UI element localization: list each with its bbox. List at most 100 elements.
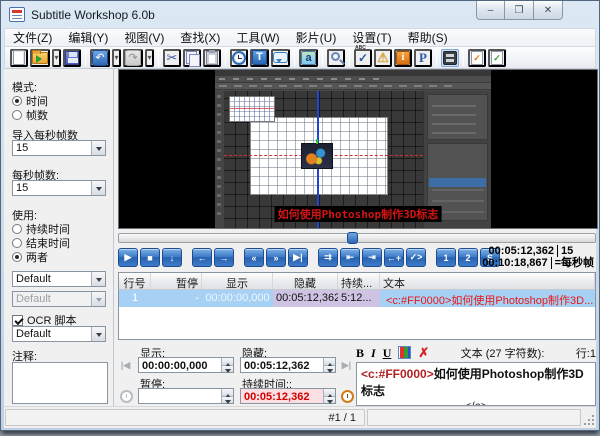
menu-movie[interactable]: 影片(U) bbox=[288, 28, 345, 47]
mode-frames-radio[interactable]: 帧数 bbox=[12, 107, 48, 123]
color-palette-icon[interactable] bbox=[398, 346, 411, 359]
set-hide-time-button[interactable]: ⇥ bbox=[362, 248, 382, 267]
pause-spinner[interactable] bbox=[138, 388, 234, 404]
forward-button[interactable]: » bbox=[266, 248, 286, 267]
play-button[interactable]: ▶ bbox=[118, 248, 138, 267]
seek-thumb[interactable] bbox=[347, 232, 358, 244]
duration-spinner[interactable]: 00:05:12,362 bbox=[240, 388, 336, 404]
header-line-number[interactable]: 行号 bbox=[119, 273, 151, 289]
cell-hide[interactable]: 00:05:12,362 bbox=[273, 290, 338, 307]
spin-down-icon[interactable] bbox=[222, 366, 233, 373]
comment-button[interactable] bbox=[271, 49, 290, 67]
new-document-button[interactable] bbox=[10, 49, 28, 67]
spin-up-icon[interactable] bbox=[222, 358, 233, 366]
chevron-down-icon[interactable] bbox=[91, 141, 105, 155]
header-hide[interactable]: 隐藏 bbox=[273, 273, 338, 289]
subtitle-text-editor[interactable]: <c:#FF0000>如何使用Photoshop制作3D标志 </c> bbox=[356, 362, 596, 406]
underline-button[interactable]: U bbox=[383, 347, 392, 359]
goto-hide-time-icon[interactable]: ▶| bbox=[339, 358, 354, 373]
menu-edit[interactable]: 编辑(Y) bbox=[60, 28, 116, 47]
warning-button[interactable]: ⚠ bbox=[374, 49, 392, 67]
resize-grip[interactable] bbox=[582, 413, 595, 426]
cell-show[interactable]: 00:00:00,000 bbox=[202, 290, 273, 307]
cell-pause[interactable]: - bbox=[151, 290, 202, 307]
copy-button[interactable] bbox=[183, 49, 201, 67]
spin-up-icon[interactable] bbox=[324, 389, 335, 397]
video-preview-button[interactable] bbox=[441, 49, 459, 67]
spin-down-icon[interactable] bbox=[222, 397, 233, 404]
next-subtitle-button[interactable]: → bbox=[214, 248, 234, 267]
time-mode-button[interactable] bbox=[230, 49, 248, 67]
cut-button[interactable]: ✂ bbox=[163, 49, 181, 67]
spin-down-icon[interactable] bbox=[324, 397, 335, 404]
open-file-dropdown[interactable]: ▾ bbox=[52, 49, 61, 67]
search-button[interactable] bbox=[327, 49, 345, 67]
mark-point-1-button[interactable]: 1 bbox=[436, 248, 456, 267]
chevron-down-icon[interactable] bbox=[91, 327, 105, 341]
header-duration[interactable]: 持续... bbox=[338, 273, 380, 289]
italic-button[interactable]: I bbox=[371, 347, 376, 359]
undo-button[interactable]: ↶ bbox=[90, 49, 110, 67]
menu-tools[interactable]: 工具(W) bbox=[228, 28, 287, 47]
playback-rate-button[interactable]: ▶| bbox=[288, 248, 308, 267]
check-script-green-button[interactable]: ✓ bbox=[488, 49, 506, 67]
table-row-selected[interactable]: 1 - 00:00:00,000 00:05:12,362 5:12... <c… bbox=[119, 290, 595, 307]
menu-help[interactable]: 帮助(S) bbox=[400, 28, 456, 47]
ocr-script-select[interactable]: Default bbox=[12, 326, 106, 342]
save-icon bbox=[65, 51, 79, 65]
input-fps-select[interactable]: 15 bbox=[12, 140, 106, 156]
end-subtitle-button[interactable]: ✓> bbox=[406, 248, 426, 267]
prev-subtitle-button[interactable]: ← bbox=[192, 248, 212, 267]
text-mode-button[interactable]: T bbox=[250, 49, 269, 67]
set-show-time-button[interactable]: ⇤ bbox=[340, 248, 360, 267]
charset-primary-select[interactable]: Default bbox=[12, 271, 106, 287]
rewind-button[interactable]: « bbox=[244, 248, 264, 267]
move-subtitle-button[interactable]: ⇉ bbox=[318, 248, 338, 267]
close-button[interactable]: ✕ bbox=[534, 1, 563, 20]
start-subtitle-button[interactable]: ←+ bbox=[384, 248, 404, 267]
scroll-list-button[interactable]: ↓ bbox=[162, 248, 182, 267]
header-pause[interactable]: 暂停 bbox=[151, 273, 202, 289]
notes-textarea[interactable] bbox=[12, 362, 108, 404]
fps-select[interactable]: 15 bbox=[12, 180, 106, 196]
spin-up-icon[interactable] bbox=[324, 358, 335, 366]
paste-button[interactable] bbox=[203, 49, 221, 67]
duration-clock-icon[interactable] bbox=[340, 389, 355, 404]
menu-view[interactable]: 视图(V) bbox=[116, 28, 172, 47]
stop-button[interactable]: ■ bbox=[140, 248, 160, 267]
cell-duration[interactable]: 5:12... bbox=[338, 290, 380, 307]
cell-line-number[interactable]: 1 bbox=[119, 290, 151, 307]
spin-up-icon[interactable] bbox=[222, 389, 233, 397]
mark-point-2-button[interactable]: 2 bbox=[458, 248, 478, 267]
save-button[interactable] bbox=[63, 49, 81, 67]
information-button[interactable]: i bbox=[394, 49, 412, 67]
pascal-script-button[interactable]: P bbox=[414, 49, 432, 67]
seek-bar[interactable] bbox=[118, 233, 596, 243]
hide-time-spinner[interactable]: 00:05:12,362 bbox=[240, 357, 336, 373]
bold-button[interactable]: B bbox=[356, 347, 364, 359]
pause-clock-icon[interactable] bbox=[119, 389, 134, 404]
chevron-down-icon[interactable] bbox=[91, 272, 105, 286]
minimize-button[interactable]: – bbox=[476, 1, 505, 20]
header-show[interactable]: 显示 bbox=[202, 273, 273, 289]
translate-button[interactable]: a bbox=[299, 49, 318, 67]
menu-settings[interactable]: 设置(T) bbox=[344, 28, 399, 47]
redo-button[interactable]: ↷ bbox=[123, 49, 143, 67]
menu-search[interactable]: 查找(X) bbox=[172, 28, 228, 47]
video-display[interactable]: 如何使用Photoshop制作3D标志 bbox=[118, 69, 598, 229]
chevron-down-icon[interactable] bbox=[91, 181, 105, 195]
menu-file[interactable]: 文件(Z) bbox=[5, 28, 60, 47]
cell-text[interactable]: <c:#FF0000>如何使用Photoshop制作3D... bbox=[380, 290, 595, 307]
redo-dropdown[interactable]: ▾ bbox=[145, 49, 154, 67]
header-text[interactable]: 文本 bbox=[380, 273, 595, 289]
goto-show-time-icon[interactable]: |◀ bbox=[118, 358, 133, 373]
open-file-button[interactable] bbox=[30, 49, 50, 67]
work-both-radio[interactable]: 两者 bbox=[12, 249, 48, 265]
maximize-button[interactable]: ❐ bbox=[505, 1, 534, 20]
check-script-orange-button[interactable]: ✓ bbox=[468, 49, 486, 67]
show-time-spinner[interactable]: 00:00:00,000 bbox=[138, 357, 234, 373]
spin-down-icon[interactable] bbox=[324, 366, 335, 373]
spellcheck-button[interactable]: ✓ bbox=[354, 49, 372, 67]
undo-dropdown[interactable]: ▾ bbox=[112, 49, 121, 67]
clear-format-button[interactable]: ✗ bbox=[418, 347, 429, 359]
